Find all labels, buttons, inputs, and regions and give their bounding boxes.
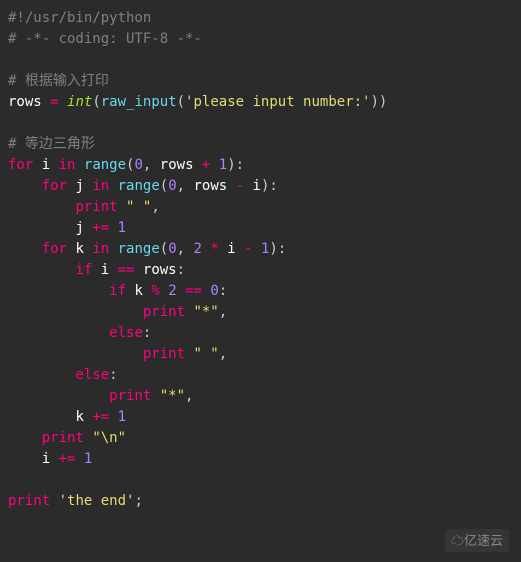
code-block: #!/usr/bin/python # -*- coding: UTF-8 -*… xyxy=(8,8,513,512)
coding-line: # -*- coding: UTF-8 -*- xyxy=(8,31,202,47)
i-inc: i += 1 xyxy=(8,451,92,467)
watermark: ☁亿速云 xyxy=(445,529,509,553)
print-star-1: print "*", xyxy=(8,304,227,320)
comment-triangle: # 等边三角形 xyxy=(8,136,95,152)
print-star-2: print "*", xyxy=(8,388,193,404)
inner-else: else: xyxy=(8,325,151,341)
print-space: print " ", xyxy=(8,199,160,215)
print-space-2: print " ", xyxy=(8,346,227,362)
comment-input: # 根据输入打印 xyxy=(8,73,109,89)
for-k: for k in range(0, 2 * i - 1): xyxy=(8,241,286,257)
shebang-line: #!/usr/bin/python xyxy=(8,10,151,26)
print-newline: print "\n" xyxy=(8,430,126,446)
for-i: for i in range(0, rows + 1): xyxy=(8,157,244,173)
k-inc: k += 1 xyxy=(8,409,126,425)
outer-else: else: xyxy=(8,367,118,383)
if-mod: if k % 2 == 0: xyxy=(8,283,227,299)
cloud-icon: ☁ xyxy=(451,533,464,548)
print-end: print 'the end'; xyxy=(8,493,143,509)
j-inc: j += 1 xyxy=(8,220,126,236)
if-rows: if i == rows: xyxy=(8,262,185,278)
for-j: for j in range(0, rows - i): xyxy=(8,178,278,194)
assign-rows: rows = int(raw_input('please input numbe… xyxy=(8,94,387,110)
